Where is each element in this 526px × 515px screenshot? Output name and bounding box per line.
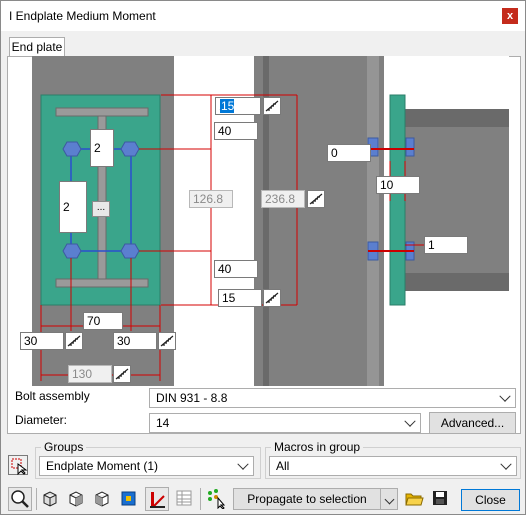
more-button[interactable]: ... [92,201,110,217]
view-front-icon[interactable] [65,487,89,511]
propagate-to-selection-button[interactable]: Propagate to selection [233,488,381,510]
view-3d-icon[interactable] [39,487,63,511]
chevron-down-icon [404,415,416,427]
groups-title: Groups [41,440,87,454]
bolt-gauge-input[interactable] [83,312,123,330]
middle-rows-distance-input[interactable] [189,190,233,208]
chevron-down-icon [384,494,394,505]
top-row-distance-input[interactable] [214,122,258,140]
macros-value: All [276,459,290,473]
connection-icon[interactable] [145,487,169,511]
chevron-down-icon [237,458,249,470]
plate-thickness-input[interactable] [376,176,420,194]
macros-title: Macros in group [271,440,364,454]
bottom-row-distance-input[interactable] [214,260,258,278]
dimension-lock-icon[interactable] [263,289,281,307]
propagate-dropdown-button[interactable] [380,488,398,510]
open-folder-icon[interactable] [403,487,427,511]
weld-size-input[interactable] [424,236,468,254]
bolt-assembly-label: Bolt assembly [15,389,90,403]
dialog-window: I Endplate Medium Moment x End plate 2 2… [0,0,526,515]
bolt-count-lower-input[interactable] [59,181,87,233]
view-side-icon[interactable] [91,487,115,511]
bolt-assembly-value: DIN 931 - 8.8 [156,391,228,405]
diameter-dropdown[interactable]: 14 [149,413,421,433]
save-disk-icon[interactable] [429,487,453,511]
beam-side [404,109,509,291]
total-distance-input[interactable] [261,190,305,208]
pick-pointer-icon[interactable] [8,455,28,475]
table-icon[interactable] [173,487,197,511]
groups-value: Endplate Moment (1) [46,459,159,473]
macros-dropdown[interactable]: All [269,456,517,476]
chevron-down-icon [500,458,512,470]
plate-width-input[interactable] [68,365,112,383]
dimension-lock-icon[interactable] [113,365,131,383]
chevron-down-icon [499,390,511,402]
bolt-count-upper-input[interactable] [90,129,114,167]
top-edge-distance-input[interactable] [215,97,261,115]
close-button[interactable]: Close [461,489,520,511]
bolt-assembly-dropdown[interactable]: DIN 931 - 8.8 [149,388,516,408]
advanced-button[interactable]: Advanced... [429,412,516,434]
dimension-lock-icon[interactable] [158,332,176,350]
right-edge-input[interactable] [113,332,157,350]
view-top-icon[interactable] [117,487,141,511]
dimension-lock-icon[interactable] [65,332,83,350]
bottom-edge-distance-input[interactable] [218,289,262,307]
left-edge-input[interactable] [20,332,64,350]
diameter-label: Diameter: [15,413,68,427]
side-offset-input[interactable] [327,144,371,162]
zoom-inspect-icon[interactable] [8,487,32,511]
dimension-lock-icon[interactable] [263,97,281,115]
endplate-side [389,94,406,306]
dimension-lock-icon[interactable] [307,190,325,208]
diameter-value: 14 [156,416,170,430]
groups-dropdown[interactable]: Endplate Moment (1) [39,456,254,476]
propagate-sparkle-icon[interactable] [205,487,229,511]
